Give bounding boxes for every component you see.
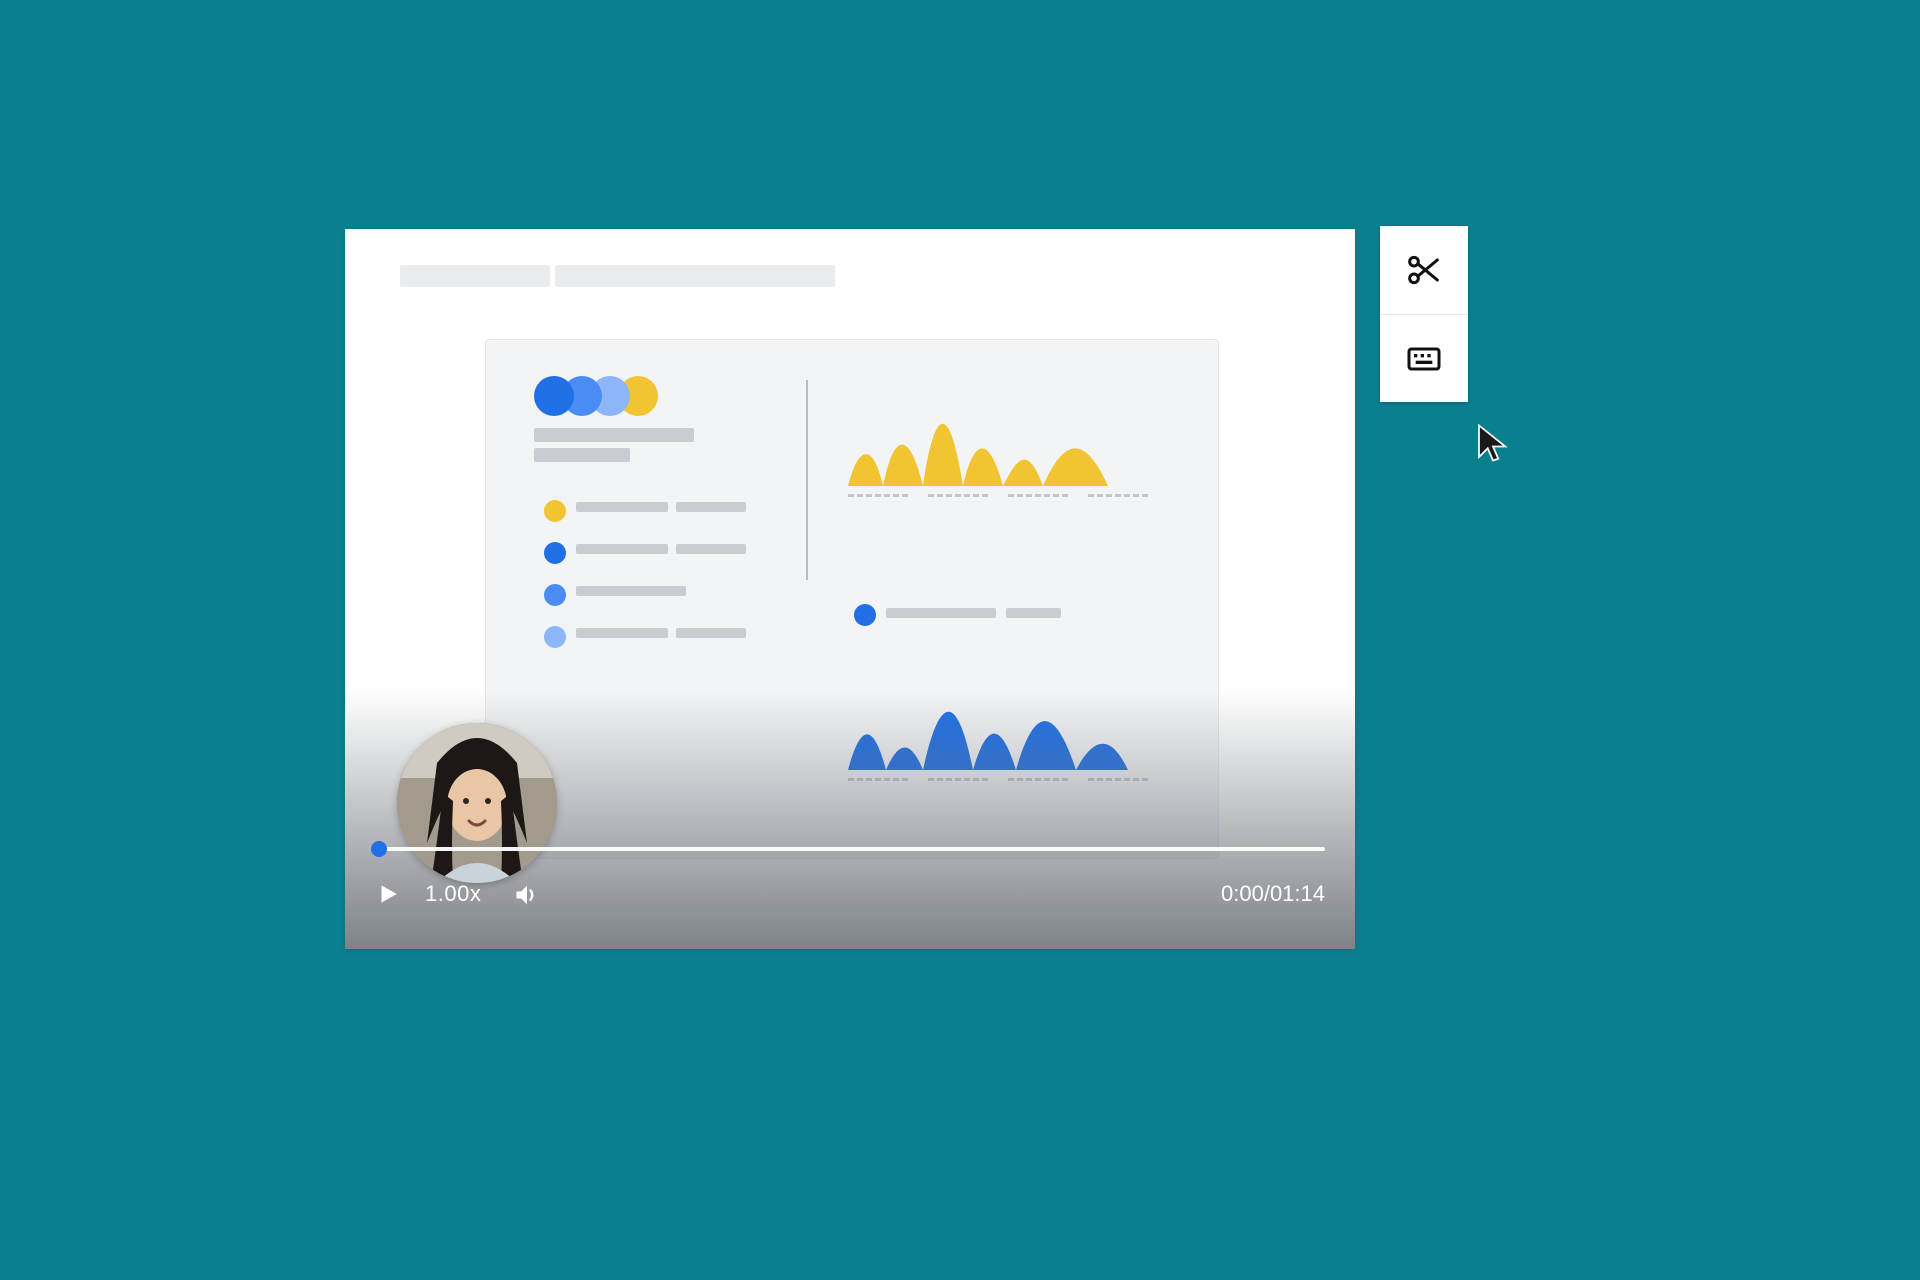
sparkline-yellow — [848, 386, 1178, 496]
divider — [806, 380, 808, 580]
video-controls: 1.00x 0:00 / 01:14 — [345, 829, 1355, 949]
text-placeholder — [886, 608, 996, 618]
legend-dot — [544, 500, 566, 522]
legend-dot — [544, 626, 566, 648]
playback-speed-label: 1.00x — [425, 881, 481, 907]
legend-dot — [544, 584, 566, 606]
trim-button[interactable] — [1380, 226, 1468, 314]
video-player-card: 1.00x 0:00 / 01:14 — [345, 229, 1355, 949]
title-placeholder — [400, 265, 550, 287]
volume-icon — [513, 881, 541, 909]
legend-dot — [854, 604, 876, 626]
legend-dot — [544, 542, 566, 564]
text-placeholder — [576, 544, 668, 554]
metric-circle — [534, 376, 574, 416]
volume-button[interactable] — [513, 881, 541, 909]
keyboard-button[interactable] — [1380, 314, 1468, 402]
seek-bar[interactable] — [375, 847, 1325, 851]
scissors-icon — [1404, 250, 1444, 290]
text-placeholder — [676, 544, 746, 554]
keyboard-icon — [1404, 339, 1444, 379]
duration: 01:14 — [1270, 881, 1325, 907]
playback-speed-button[interactable]: 1.00x — [425, 881, 481, 907]
play-icon — [375, 881, 401, 907]
cursor-icon — [1472, 422, 1514, 464]
text-placeholder — [1006, 608, 1061, 618]
title-placeholder — [555, 265, 835, 287]
editing-toolbar — [1380, 226, 1468, 402]
sparkline-blue — [848, 670, 1178, 780]
text-placeholder — [676, 628, 746, 638]
text-placeholder — [534, 448, 630, 462]
text-placeholder — [576, 502, 668, 512]
current-time: 0:00 — [1221, 881, 1264, 907]
text-placeholder — [676, 502, 746, 512]
text-placeholder — [576, 628, 668, 638]
dashboard-slide — [485, 339, 1219, 859]
text-placeholder — [534, 428, 694, 442]
text-placeholder — [576, 586, 686, 596]
seek-thumb[interactable] — [371, 841, 387, 857]
time-display: 0:00 / 01:14 — [1221, 881, 1325, 907]
play-button[interactable] — [375, 881, 401, 907]
